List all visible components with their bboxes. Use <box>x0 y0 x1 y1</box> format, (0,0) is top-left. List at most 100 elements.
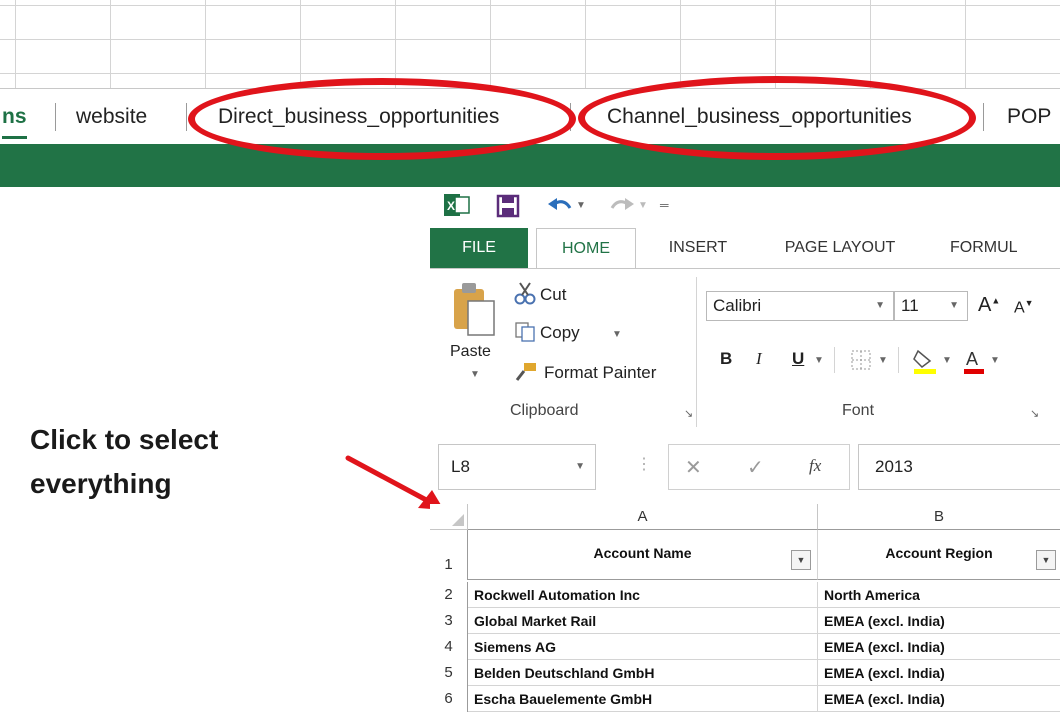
row-header[interactable]: 3 <box>430 608 468 634</box>
increase-font-size-icon[interactable]: A▲ <box>978 294 1000 317</box>
formula-buttons: ✕ ✓ fx <box>668 444 850 490</box>
font-color-icon[interactable]: A <box>962 347 986 375</box>
formula-value: 2013 <box>875 457 913 476</box>
filter-dropdown-icon[interactable]: ▼ <box>1036 550 1056 570</box>
font-size-value: 11 <box>901 296 919 315</box>
excel-logo-icon: X <box>444 194 470 216</box>
table-header-cell[interactable]: Account Name ▼ <box>468 530 818 580</box>
font-group-label: Font <box>842 402 875 419</box>
sheet-tab-channel-business-opportunities[interactable]: Channel_business_opportunities <box>607 89 912 145</box>
table-header-cell[interactable]: Account Region ▼ <box>818 530 1060 580</box>
column-header-b[interactable]: B <box>818 504 1060 530</box>
format-painter-icon[interactable] <box>514 361 538 383</box>
svg-text:A: A <box>966 349 978 369</box>
copy-dropdown-icon[interactable]: ▼ <box>612 329 622 340</box>
name-box[interactable]: L8 ▼ <box>438 444 596 490</box>
tab-file[interactable]: FILE <box>430 228 528 268</box>
insert-function-icon[interactable]: fx <box>809 456 821 476</box>
formula-input[interactable]: 2013 <box>858 444 1060 490</box>
table-cell[interactable]: North America <box>818 582 1060 608</box>
ribbon-tab-bar: FILE HOME INSERT PAGE LAYOUT FORMUL <box>430 228 1060 269</box>
table-cell[interactable]: EMEA (excl. India) <box>818 634 1060 660</box>
borders-icon[interactable] <box>850 349 872 371</box>
tab-insert[interactable]: INSERT <box>656 228 740 268</box>
column-header-a[interactable]: A <box>468 504 818 530</box>
paste-dropdown-icon[interactable]: ▼ <box>470 369 480 380</box>
group-divider <box>834 347 835 373</box>
fill-color-icon[interactable] <box>912 347 938 375</box>
clipboard-group-label: Clipboard <box>510 402 579 419</box>
redo-icon[interactable] <box>608 194 636 218</box>
row-header[interactable]: 4 <box>430 634 468 660</box>
bold-button[interactable]: B <box>720 349 732 369</box>
row-header[interactable]: 5 <box>430 660 468 686</box>
font-family-value: Calibri <box>713 296 762 315</box>
select-all-triangle-icon <box>452 514 464 526</box>
borders-dropdown-icon[interactable]: ▼ <box>878 355 888 366</box>
table-cell[interactable]: Rockwell Automation Inc <box>468 582 818 608</box>
font-family-dropdown-icon[interactable]: ▼ <box>875 292 885 320</box>
cancel-icon[interactable]: ✕ <box>685 455 702 480</box>
svg-text:X: X <box>447 199 455 213</box>
table-cell[interactable]: EMEA (excl. India) <box>818 660 1060 686</box>
font-size-dropdown-icon[interactable]: ▼ <box>949 292 959 320</box>
status-bar <box>0 144 1060 187</box>
tab-divider <box>55 103 56 131</box>
row-header[interactable]: 6 <box>430 686 468 712</box>
row-header[interactable]: 1 <box>430 530 468 580</box>
paste-button-label[interactable]: Paste <box>450 343 491 361</box>
italic-button[interactable]: I <box>756 349 762 369</box>
sheet-tab-partial[interactable]: ns <box>2 89 27 145</box>
filter-dropdown-icon[interactable]: ▼ <box>791 550 811 570</box>
select-all-button[interactable] <box>430 504 468 530</box>
fill-color-dropdown-icon[interactable]: ▼ <box>942 355 952 366</box>
sheet-tab-bar: ns website Direct_business_opportunities… <box>0 88 1060 145</box>
formula-bar: L8 ▼ ⋮ ✕ ✓ fx 2013 <box>430 438 1060 498</box>
name-box-dropdown-icon[interactable]: ▼ <box>575 445 585 489</box>
paste-icon[interactable] <box>450 281 500 341</box>
formula-bar-grip-icon: ⋮ <box>636 456 652 473</box>
tab-divider <box>983 103 984 131</box>
cut-button[interactable]: Cut <box>540 285 566 305</box>
underline-dropdown-icon[interactable]: ▼ <box>814 355 824 366</box>
cut-icon[interactable] <box>514 281 536 305</box>
tab-page-layout[interactable]: PAGE LAYOUT <box>770 228 910 268</box>
table-cell[interactable]: Global Market Rail <box>468 608 818 634</box>
clipboard-launcher-icon[interactable]: ↘ <box>684 407 693 420</box>
enter-icon[interactable]: ✓ <box>747 455 764 480</box>
font-family-select[interactable]: Calibri ▼ <box>706 291 894 321</box>
annotation-text: Click to select everything <box>30 418 330 506</box>
name-box-value: L8 <box>451 457 470 476</box>
table-cell[interactable]: Belden Deutschland GmbH <box>468 660 818 686</box>
tab-formulas[interactable]: FORMUL <box>950 228 1060 268</box>
ribbon-home: Paste ▼ Cut Copy ▼ Format Painter Clipbo… <box>430 268 1060 429</box>
table-header-label: Account Region <box>885 545 993 561</box>
font-size-select[interactable]: 11 ▼ <box>894 291 968 321</box>
annotation-line-2: everything <box>30 468 172 499</box>
redo-dropdown-icon[interactable]: ▼ <box>638 200 648 211</box>
undo-dropdown-icon[interactable]: ▼ <box>576 200 586 211</box>
copy-icon[interactable] <box>514 321 536 343</box>
group-divider <box>696 277 697 427</box>
sheet-tab-website[interactable]: website <box>76 89 147 145</box>
customize-toolbar-icon[interactable]: ═ <box>660 198 669 212</box>
sheet-tab-direct-business-opportunities[interactable]: Direct_business_opportunities <box>218 89 499 145</box>
font-launcher-icon[interactable]: ↘ <box>1030 407 1039 420</box>
sheet-tab-pop[interactable]: POP <box>1007 89 1051 145</box>
table-cell[interactable]: EMEA (excl. India) <box>818 686 1060 712</box>
table-cell[interactable]: Siemens AG <box>468 634 818 660</box>
save-icon[interactable] <box>496 194 520 218</box>
table-cell[interactable]: Escha Bauelemente GmbH <box>468 686 818 712</box>
underline-button[interactable]: U <box>792 349 804 369</box>
copy-button[interactable]: Copy <box>540 323 580 343</box>
font-color-dropdown-icon[interactable]: ▼ <box>990 355 1000 366</box>
decrease-font-size-icon[interactable]: A▼ <box>1014 298 1034 317</box>
row-header[interactable]: 2 <box>430 582 468 608</box>
table-cell[interactable]: EMEA (excl. India) <box>818 608 1060 634</box>
table-header-label: Account Name <box>593 545 692 561</box>
format-painter-button[interactable]: Format Painter <box>544 363 656 383</box>
worksheet-grid-background <box>0 0 1060 88</box>
undo-icon[interactable] <box>546 194 574 218</box>
tab-divider <box>570 103 571 131</box>
tab-home[interactable]: HOME <box>536 228 636 269</box>
